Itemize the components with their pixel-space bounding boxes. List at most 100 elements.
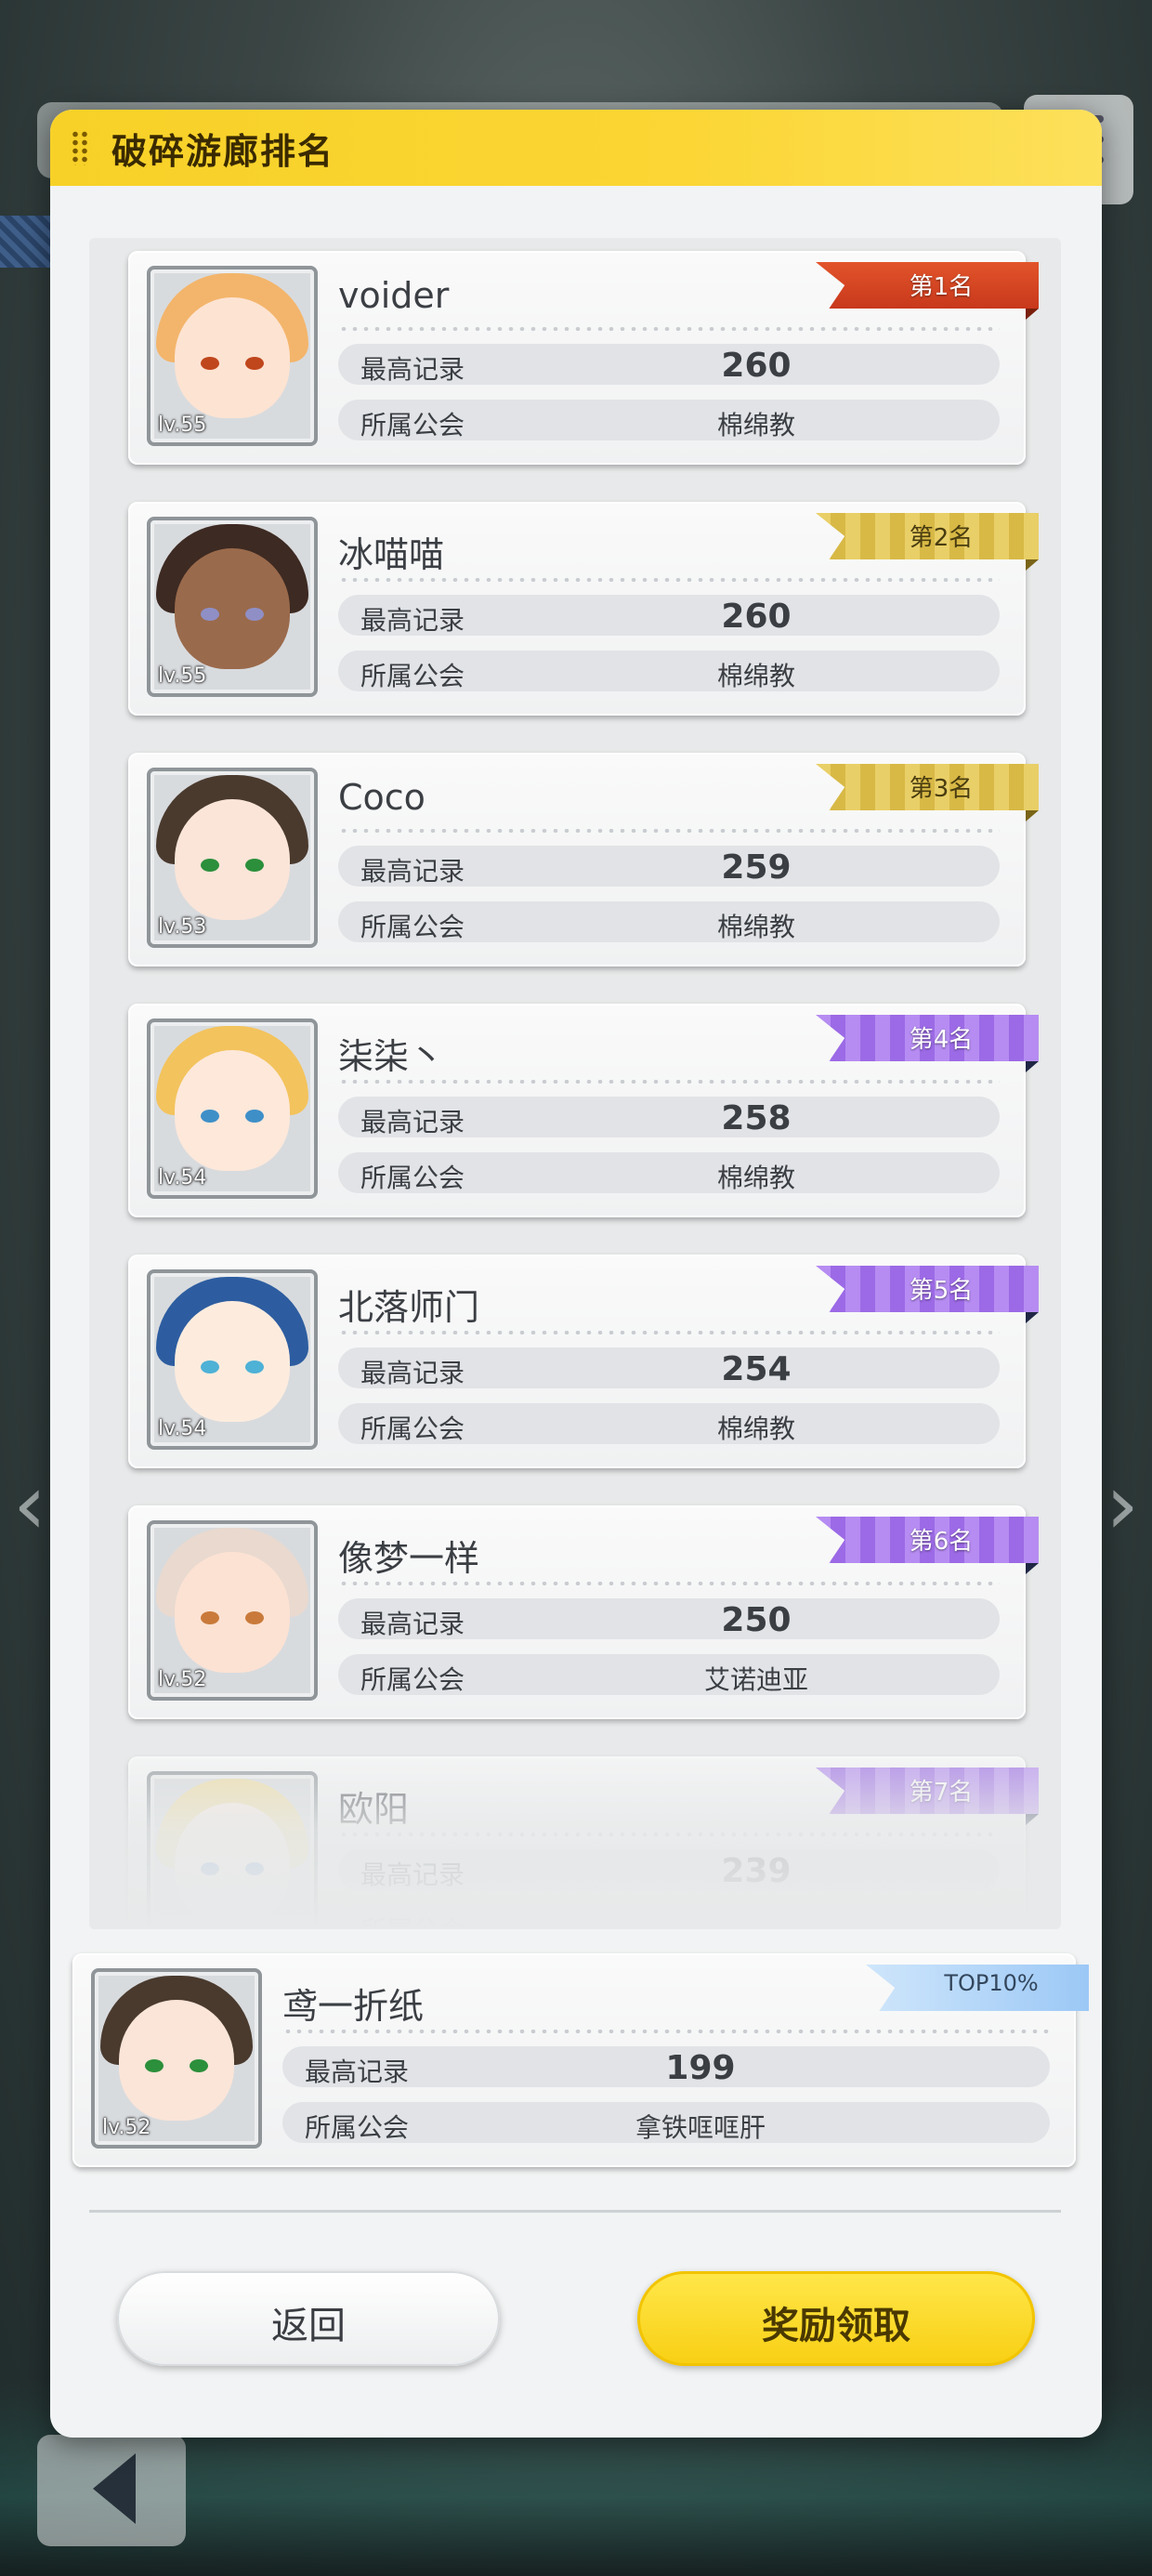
ribbon-fold: [1026, 1563, 1039, 1574]
background-back-icon[interactable]: [37, 2435, 186, 2546]
guild-label: 所属公会: [360, 1664, 465, 1695]
rank-card[interactable]: 欧阳 第7名 最高记录 239 所属公会: [128, 1756, 1039, 1929]
rank-card[interactable]: lv.55 voider 第1名 最高记录 260 所属公会 棉绵教: [128, 251, 1039, 465]
my-rank-card[interactable]: lv.52 鸢一折纸 TOP10% 最高记录 199 所属公会 拿铁哐哐肝: [72, 1953, 1089, 2167]
guild-row: 所属公会 艾诺迪亚: [338, 1654, 1000, 1695]
avatar[interactable]: [147, 1771, 318, 1929]
ribbon-fold: [1026, 1312, 1039, 1323]
back-button[interactable]: 返回: [117, 2271, 500, 2366]
guild-name: 棉绵教: [716, 1163, 795, 1193]
player-name: voider: [338, 275, 450, 316]
rank-card[interactable]: lv.54 北落师门 第5名 最高记录 254 所属公会 棉绵教: [128, 1255, 1039, 1468]
guild-label: 所属公会: [360, 410, 465, 440]
rank-label: 第7名: [909, 1779, 974, 1807]
next-arrow-icon[interactable]: ›: [1106, 1450, 1143, 1561]
rank-label: 第3名: [909, 775, 974, 803]
guild-row: 所属公会 棉绵教: [338, 400, 1000, 440]
avatar[interactable]: lv.52: [147, 1520, 318, 1701]
best-record-label: 最高记录: [360, 1107, 465, 1137]
avatar[interactable]: lv.53: [147, 768, 318, 948]
avatar-eye: [245, 1360, 264, 1373]
player-name: Coco: [338, 777, 425, 818]
dotted-divider: [338, 829, 1000, 833]
rank-label: 第1名: [909, 273, 974, 301]
drag-handle-icon[interactable]: [71, 130, 89, 165]
guild-label: 所属公会: [305, 2112, 410, 2143]
guild-row: 所属公会 棉绵教: [338, 1152, 1000, 1193]
avatar[interactable]: lv.55: [147, 266, 318, 446]
rank-card[interactable]: lv.53 Coco 第3名 最高记录 259 所属公会 棉绵教: [128, 753, 1039, 966]
avatar-eye: [201, 1360, 219, 1373]
dialog-title: 破碎游廊排名: [111, 131, 335, 172]
ranking-list[interactable]: lv.55 voider 第1名 最高记录 260 所属公会 棉绵教 lv.55…: [89, 238, 1061, 1929]
avatar[interactable]: lv.54: [147, 1269, 318, 1450]
guild-label: 所属公会: [360, 1163, 465, 1193]
guild-label: 所属公会: [360, 1911, 465, 1929]
avatar[interactable]: lv.54: [147, 1019, 318, 1199]
player-level: lv.55: [158, 414, 207, 437]
rank-ribbon: TOP10%: [866, 1965, 1089, 2011]
avatar-face: [175, 297, 290, 418]
player-level: lv.55: [158, 664, 207, 688]
rank-ribbon: 第1名: [816, 262, 1039, 309]
ribbon-fold: [1026, 559, 1039, 571]
avatar-face: [175, 1552, 290, 1673]
avatar-eye: [201, 608, 219, 621]
avatar-eye: [245, 859, 264, 872]
rank-card[interactable]: lv.54 柒柒丶 第4名 最高记录 258 所属公会 棉绵教: [128, 1004, 1039, 1217]
best-record-row: 最高记录 260: [338, 344, 1000, 385]
player-level: lv.53: [158, 915, 207, 939]
dialog-header[interactable]: 破碎游廊排名: [50, 110, 1102, 186]
best-record-value: 258: [721, 1099, 792, 1137]
best-record-value: 260: [721, 598, 792, 636]
rank-label: 第2名: [909, 524, 974, 552]
best-record-row: 最高记录 258: [338, 1097, 1000, 1137]
rank-label: 第5名: [909, 1277, 974, 1305]
guild-name: 棉绵教: [716, 410, 795, 440]
avatar-face: [175, 1050, 290, 1171]
avatar-eye: [245, 357, 264, 370]
ranking-dialog: 破碎游廊排名 lv.55 voider 第1名 最高记录 260 所属公会 棉绵…: [50, 110, 1102, 2438]
player-name: 鸢一折纸: [282, 1986, 425, 2027]
best-record-row: 最高记录 239: [338, 1849, 1000, 1890]
guild-label: 所属公会: [360, 1413, 465, 1444]
best-record-label: 最高记录: [305, 2057, 410, 2087]
best-record-label: 最高记录: [360, 605, 465, 636]
claim-reward-button[interactable]: 奖励领取: [637, 2271, 1035, 2366]
player-name: 冰喵喵: [338, 534, 445, 575]
dotted-divider: [338, 1080, 1000, 1084]
claim-reward-button-label: 奖励领取: [762, 2305, 910, 2347]
avatar-face: [175, 1301, 290, 1422]
player-name: 像梦一样: [338, 1538, 480, 1579]
rank-label: 第6名: [909, 1528, 974, 1556]
best-record-label: 最高记录: [360, 1860, 465, 1890]
best-record-row: 最高记录 199: [282, 2046, 1050, 2087]
guild-row: 所属公会 棉绵教: [338, 901, 1000, 942]
guild-name: 艾诺迪亚: [703, 1664, 808, 1695]
player-name: 北落师门: [338, 1287, 480, 1328]
player-level: lv.52: [102, 2116, 151, 2139]
best-record-row: 最高记录 250: [338, 1598, 1000, 1639]
best-record-value: 239: [721, 1852, 792, 1890]
rank-label: 第4名: [909, 1026, 974, 1054]
best-record-label: 最高记录: [360, 856, 465, 887]
avatar[interactable]: lv.55: [147, 517, 318, 697]
avatar-eye: [245, 1611, 264, 1624]
best-record-value: 250: [721, 1601, 792, 1639]
rank-card[interactable]: lv.52 像梦一样 第6名 最高记录 250 所属公会 艾诺迪亚: [128, 1505, 1039, 1719]
rank-card[interactable]: lv.55 冰喵喵 第2名 最高记录 260 所属公会 棉绵教: [128, 502, 1039, 716]
best-record-label: 最高记录: [360, 1358, 465, 1388]
avatar[interactable]: lv.52: [91, 1968, 262, 2149]
guild-name: 拿铁哐哐肝: [635, 2112, 766, 2143]
best-record-label: 最高记录: [360, 1609, 465, 1639]
player-name: 欧阳: [338, 1789, 410, 1830]
avatar-face: [175, 799, 290, 920]
prev-arrow-icon[interactable]: ‹: [13, 1450, 50, 1561]
avatar-face: [175, 1803, 290, 1924]
player-level: lv.54: [158, 1166, 207, 1189]
ribbon-fold: [1026, 810, 1039, 821]
rank-ribbon: 第3名: [816, 764, 1039, 810]
guild-name: 棉绵教: [716, 912, 795, 942]
avatar-eye: [245, 1110, 264, 1123]
avatar-eye: [245, 1862, 264, 1875]
